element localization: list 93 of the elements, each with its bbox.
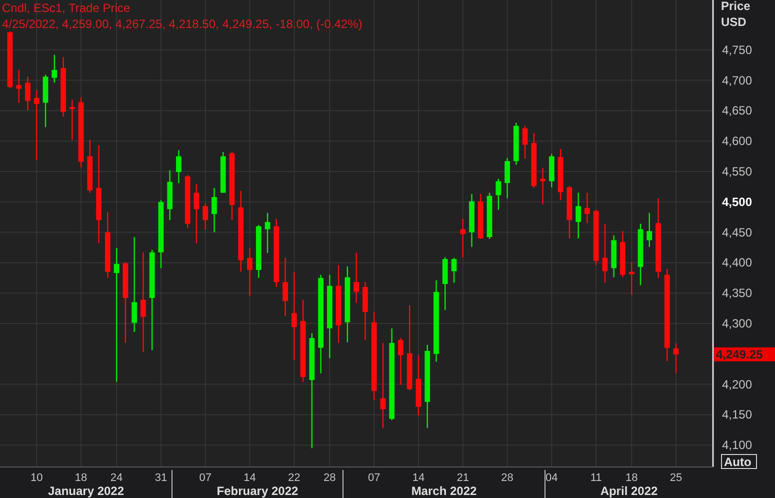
candlestick: [548, 154, 554, 188]
candlestick: [469, 194, 474, 247]
candlestick: [620, 231, 626, 278]
date-tick-label: 10: [30, 472, 43, 484]
candlestick: [104, 212, 110, 278]
candlestick: [194, 184, 200, 244]
price-tick-label: 4,400: [722, 256, 752, 270]
candlestick: [531, 133, 537, 188]
candlestick: [7, 32, 13, 88]
candlestick: [646, 212, 652, 247]
month-label: March 2022: [411, 484, 477, 498]
candlestick: [78, 97, 84, 168]
month-label: April 2022: [600, 484, 658, 498]
candlestick: [87, 140, 93, 193]
price-tick-label: 4,750: [722, 42, 752, 57]
candlestick: [558, 148, 564, 200]
date-tick-label: 14: [244, 472, 256, 484]
candlestick: [69, 100, 75, 140]
axis-title: USD: [721, 15, 746, 29]
month-label: January 2022: [48, 484, 124, 498]
candlestick: [16, 70, 22, 103]
date-tick-label: 04: [546, 472, 558, 484]
candlestick: [460, 218, 466, 258]
date-tick-label: 22: [288, 472, 300, 484]
candlestick: [522, 126, 528, 159]
price-tick-label: 4,650: [722, 104, 752, 118]
candlestick: [398, 338, 404, 385]
price-tick-label: 4,600: [722, 134, 752, 148]
candlestick: [167, 170, 173, 220]
axis-title: Price: [721, 0, 750, 13]
candlestick: [451, 258, 457, 283]
auto-button[interactable]: Auto: [721, 454, 757, 469]
candlestick: [256, 224, 262, 278]
candlestick: [576, 192, 582, 238]
date-tick-label: 28: [501, 472, 514, 484]
candlestick: [176, 150, 182, 184]
candlestick: [34, 90, 40, 160]
candlestick: [628, 262, 634, 295]
date-tick-label: 21: [456, 472, 469, 484]
candlestick: [416, 355, 422, 416]
date-tick-label: 07: [199, 472, 212, 484]
candlestick: [202, 203, 208, 230]
price-tick-label: 4,300: [722, 316, 752, 330]
candlestick: [220, 152, 226, 193]
candlestick: [566, 186, 572, 238]
candlestick: [354, 252, 360, 303]
date-tick-label: 28: [324, 472, 336, 484]
candlestick: [42, 74, 48, 128]
price-tick-label: 4,150: [722, 408, 752, 422]
candlestick: [264, 212, 270, 253]
candlestick: [513, 122, 519, 165]
candlestick: [593, 210, 599, 266]
candlestick: [602, 224, 608, 283]
chart-title: Cndl, ESc1, Trade Price: [2, 0, 132, 16]
candlestick: [158, 200, 164, 268]
date-tick-label: 31: [154, 472, 168, 484]
candlestick: [52, 54, 58, 83]
candlestick: [584, 192, 590, 224]
candlestick: [540, 168, 546, 204]
month-label: February 2022: [216, 484, 298, 498]
candlestick: [274, 218, 280, 287]
date-tick-label: 11: [590, 472, 602, 484]
candlestick: [247, 248, 252, 296]
date-tick-label: 18: [625, 472, 638, 484]
candlestick: [212, 188, 217, 232]
price-tick-label: 4,100: [722, 438, 752, 452]
candlestick: [478, 194, 484, 239]
candlestick: [229, 152, 235, 220]
candlestick: [611, 235, 617, 278]
candlestick: [486, 192, 492, 239]
date-tick-label: 14: [412, 472, 425, 484]
price-tick-label: 4,450: [722, 225, 752, 240]
candlestick: [638, 224, 644, 286]
quote-summary: 4/25/2022, 4,259.00, 4,267.25, 4,218.50, 4,249.25, -18.00, (-0.42%): [2, 16, 362, 32]
candlestick: [496, 178, 502, 210]
price-tick-label: 4,700: [722, 73, 752, 88]
candlestick: [504, 158, 510, 198]
price-tick-label: 4,500: [722, 194, 752, 209]
date-tick-label: 07: [368, 472, 380, 484]
candlestick: [442, 257, 448, 310]
candlestick: [184, 175, 190, 228]
candlestick: [673, 343, 679, 374]
price-tick-label: 4,350: [722, 286, 752, 300]
price-tick-label: 4,550: [722, 164, 752, 178]
price-tick-label: 4,200: [722, 377, 752, 392]
candlestick: [282, 258, 288, 316]
date-tick-label: 25: [670, 472, 682, 484]
date-tick-label: 24: [110, 472, 123, 484]
candlestick: [25, 76, 30, 110]
last-price-tag: 4,249.25: [714, 347, 775, 362]
candlestick: [60, 57, 66, 117]
date-tick-label: 18: [74, 472, 88, 484]
candlestick: [362, 282, 368, 340]
